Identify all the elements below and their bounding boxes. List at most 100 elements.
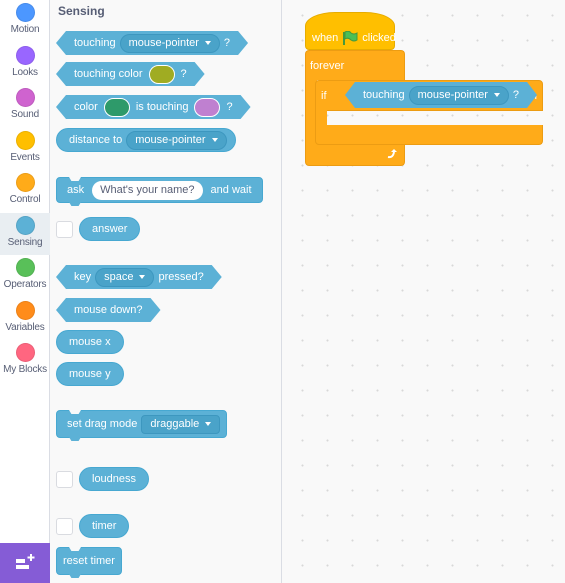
block-label: distance to [69, 134, 123, 146]
hat-label-clicked: clicked [362, 32, 396, 44]
block-palette: Sensing touching mouse-pointer ? touchin… [50, 0, 282, 583]
forever-block[interactable]: forever [305, 50, 405, 80]
category-motion[interactable]: Motion [0, 0, 50, 42]
category-menu: Motion Looks Sound Events Control Sensing Oper… [0, 0, 50, 583]
category-color-dot-icon [15, 258, 35, 277]
block-suffix: and wait [210, 184, 252, 196]
color-swatch[interactable] [149, 65, 175, 84]
category-label: Variables [5, 321, 45, 333]
category-sound[interactable]: Sound [0, 85, 50, 127]
touching-block[interactable]: touching mouse-pointer ? [56, 31, 248, 55]
block-label: ask [67, 184, 85, 196]
category-label: Control [9, 194, 41, 205]
category-events[interactable]: Events [0, 128, 50, 170]
category-operators[interactable]: Operators [0, 255, 50, 297]
mouse-y-block[interactable]: mouse y [56, 362, 124, 386]
block-label: touching [363, 89, 405, 101]
block-suffix: ? [226, 101, 233, 113]
mouse-down-block[interactable]: mouse down? [56, 298, 161, 322]
touching-target-dropdown[interactable]: mouse-pointer [120, 34, 220, 53]
add-extension-button[interactable] [0, 543, 50, 583]
category-color-dot-icon [15, 45, 35, 65]
block-label: color [74, 101, 98, 113]
notch [69, 547, 81, 551]
loudness-block[interactable]: loudness [79, 467, 150, 491]
caret-icon [494, 93, 500, 97]
notch [69, 574, 81, 578]
category-color-dot-icon [15, 300, 35, 320]
block-suffix: ? [512, 89, 520, 101]
category-label: Looks [12, 66, 38, 78]
category-my-blocks[interactable]: My Blocks [0, 340, 50, 382]
if-block-bottom [315, 125, 543, 145]
dropdown-value: mouse-pointer [135, 134, 206, 146]
add-extension-icon [16, 554, 35, 569]
forever-label: forever [310, 60, 345, 72]
if-block-arm [315, 110, 327, 126]
dropdown-value: space [104, 271, 134, 283]
block-label: timer [92, 520, 117, 532]
category-variables[interactable]: Variables [0, 298, 50, 340]
category-label: Sensing [7, 236, 43, 248]
dropdown-value: mouse-pointer [417, 89, 488, 101]
category-label: Motion [10, 24, 40, 35]
mouse-x-block[interactable]: mouse x [56, 330, 124, 354]
category-sensing[interactable]: Sensing [0, 212, 50, 255]
category-label: My Blocks [3, 364, 47, 375]
reset-timer-block[interactable]: reset timer [56, 547, 122, 578]
if-label: if [321, 90, 327, 102]
touching-color-block[interactable]: touching color ? [56, 62, 205, 86]
category-label: Operators [3, 279, 47, 290]
block-suffix: pressed? [158, 271, 204, 283]
category-control[interactable]: Control [0, 170, 50, 212]
ask-and-wait-block[interactable]: ask What's your name? and wait [56, 177, 263, 206]
distance-target-dropdown[interactable]: mouse-pointer [126, 130, 227, 150]
set-drag-mode-block[interactable]: set drag mode draggable [56, 410, 228, 441]
dropdown-value: draggable [150, 418, 200, 430]
notch [69, 202, 81, 206]
color-is-touching-block[interactable]: color is touching ? [56, 95, 251, 119]
color-swatch-2[interactable] [194, 98, 220, 117]
script-workspace[interactable]: when clicked forever if then touching mo… [283, 0, 565, 583]
loudness-monitor-checkbox[interactable] [56, 471, 73, 488]
caret-icon [139, 275, 145, 279]
distance-to-block[interactable]: distance to mouse-pointer [56, 128, 236, 152]
loop-arrow-icon [387, 149, 397, 159]
block-label: key [74, 271, 92, 283]
drag-mode-dropdown[interactable]: draggable [141, 414, 221, 434]
answer-monitor-checkbox[interactable] [56, 221, 73, 238]
caret-icon [205, 422, 212, 426]
key-pressed-block[interactable]: key space pressed? [56, 265, 222, 289]
notch [69, 437, 81, 441]
category-color-dot-icon [15, 173, 35, 192]
dropdown-value: mouse-pointer [128, 37, 199, 49]
color-swatch-1[interactable] [104, 98, 130, 117]
timer-monitor-checkbox[interactable] [56, 518, 73, 535]
block-suffix: ? [180, 68, 187, 80]
block-label: answer [92, 223, 128, 235]
block-label: mouse down? [74, 304, 143, 316]
block-label: touching color [74, 68, 143, 80]
category-color-dot-icon [15, 88, 35, 107]
category-color-dot-icon [15, 3, 35, 22]
key-dropdown[interactable]: space [95, 268, 154, 287]
category-label: Events [10, 151, 40, 163]
category-color-dot-icon [15, 215, 35, 235]
block-label: touching [74, 37, 116, 49]
block-label-2: is touching [135, 101, 189, 113]
category-looks[interactable]: Looks [0, 43, 50, 85]
caret-icon [211, 138, 218, 142]
condition-target-dropdown[interactable]: mouse-pointer [409, 86, 509, 105]
touching-condition-block[interactable]: touching mouse-pointer ? [345, 82, 537, 108]
ask-question-input[interactable]: What's your name? [92, 180, 203, 200]
category-color-dot-icon [15, 343, 35, 362]
block-label: loudness [92, 473, 137, 485]
forever-block-bottom [305, 144, 405, 166]
green-flag-icon [343, 31, 358, 45]
answer-block[interactable]: answer [79, 217, 141, 241]
notch [69, 177, 81, 181]
block-label: mouse x [69, 336, 111, 348]
timer-block[interactable]: timer [79, 514, 130, 538]
when-flag-clicked-block[interactable]: when clicked [305, 12, 396, 50]
caret-icon [205, 41, 211, 45]
